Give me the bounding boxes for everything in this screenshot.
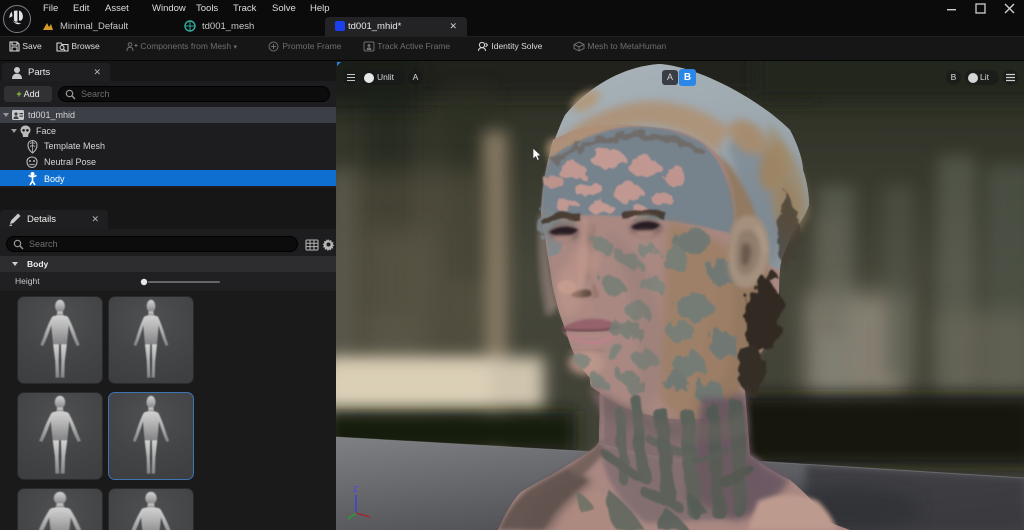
svg-text:Z: Z [353, 485, 358, 494]
